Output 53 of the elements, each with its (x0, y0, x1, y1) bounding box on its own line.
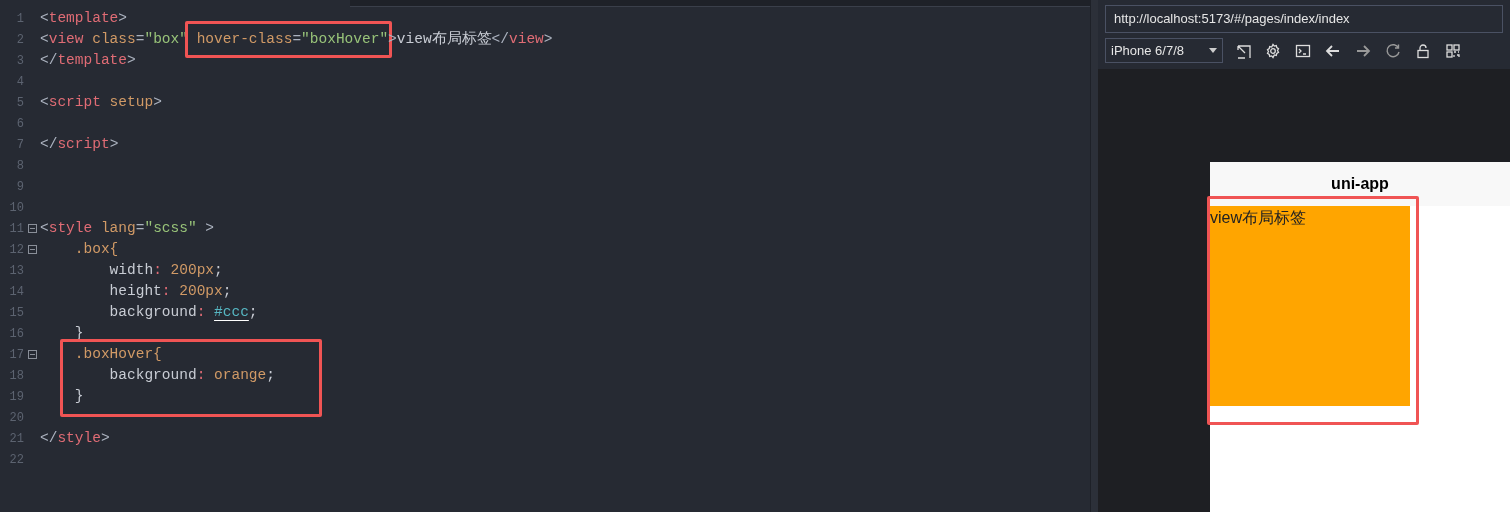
line-number: 21 (8, 430, 24, 448)
code-line: </script> (40, 134, 119, 154)
code-line: </style> (40, 428, 110, 448)
code-line: </template> (40, 50, 136, 70)
fold-icon[interactable] (27, 245, 37, 254)
scrollbar[interactable] (1090, 0, 1098, 512)
settings-icon[interactable] (1265, 42, 1281, 59)
terminal-icon[interactable] (1295, 42, 1311, 59)
fold-icon[interactable] (27, 350, 37, 359)
line-number: 6 (15, 115, 24, 133)
view-text: view布局标签 (1210, 209, 1306, 226)
line-number: 2 (15, 31, 24, 49)
device-dropdown[interactable]: iPhone 6/7/8 (1105, 38, 1223, 63)
code-line: .boxHover{ (73, 344, 162, 364)
line-number: 5 (15, 94, 24, 112)
url-field[interactable]: http://localhost:5173/#/pages/index/index (1105, 5, 1503, 33)
resize-icon[interactable] (1235, 42, 1251, 59)
line-number: 15 (8, 304, 24, 322)
line-number: 19 (8, 388, 24, 406)
code-line: <script setup> (40, 92, 162, 112)
code-line: } (73, 386, 84, 406)
code-line: height: 200px; (108, 281, 232, 301)
code-line: background: orange; (108, 365, 275, 385)
line-number: 10 (8, 199, 24, 217)
line-number: 20 (8, 409, 24, 427)
forward-arrow-icon[interactable] (1355, 42, 1371, 59)
line-number: 16 (8, 325, 24, 343)
line-number: 13 (8, 262, 24, 280)
code-line: width: 200px; (108, 260, 223, 280)
line-number: 3 (15, 52, 24, 70)
line-number: 17 (8, 346, 24, 364)
caret-icon (1209, 48, 1217, 53)
line-number: 12 (8, 241, 24, 259)
fold-icon[interactable] (27, 224, 37, 233)
line-number: 7 (15, 136, 24, 154)
refresh-icon[interactable] (1385, 42, 1401, 59)
code-line: .box{ (73, 239, 119, 259)
code-line: <template> (40, 8, 128, 28)
back-arrow-icon[interactable] (1325, 42, 1341, 59)
line-number: 11 (8, 220, 24, 238)
line-number: 14 (8, 283, 24, 301)
line-number: 1 (15, 10, 24, 28)
code-line: background: #ccc; (108, 302, 258, 322)
line-number: 8 (15, 157, 24, 175)
lock-icon[interactable] (1415, 42, 1431, 59)
nav-title: uni-app (1331, 174, 1389, 194)
line-number: 9 (15, 178, 24, 196)
qr-code-icon[interactable] (1445, 42, 1461, 59)
line-number: 18 (8, 367, 24, 385)
line-number: 22 (8, 451, 24, 469)
line-number: 4 (15, 73, 24, 91)
code-line: <style lang="scss" > (40, 218, 215, 238)
view-box[interactable]: view布局标签 (1210, 206, 1410, 406)
